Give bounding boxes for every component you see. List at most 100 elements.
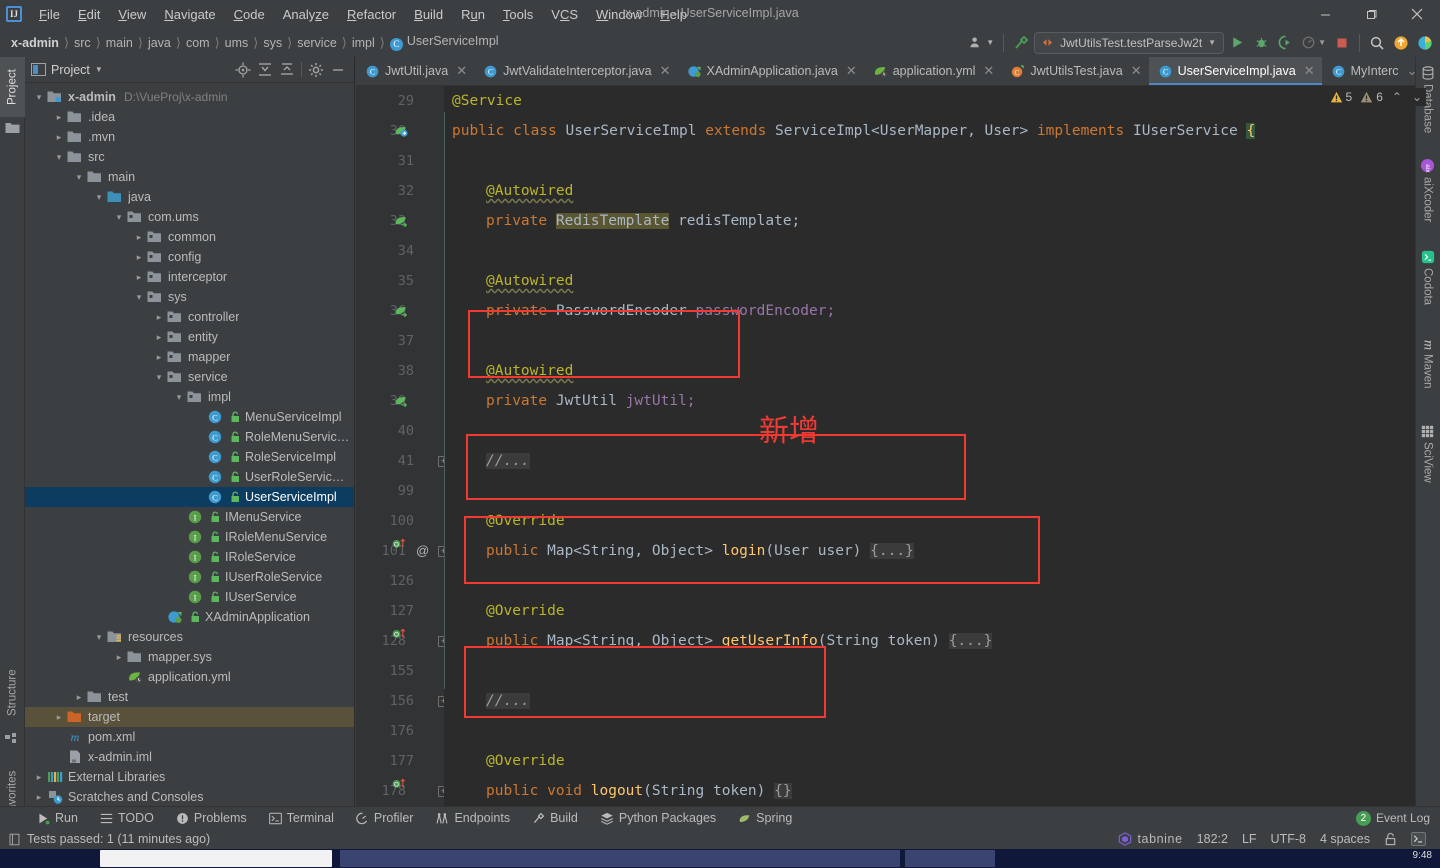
tree-node-test[interactable]: ▸ test	[25, 687, 354, 707]
sidebar-item-maven[interactable]: m Maven	[1415, 327, 1440, 401]
chevron-right-icon[interactable]: ▸	[53, 131, 65, 143]
gutter-line-37[interactable]: 37	[356, 326, 444, 356]
menu-bar[interactable]: File Edit View Navigate Code Analyze Ref…	[30, 4, 696, 25]
code-line-127[interactable]: @Override	[444, 596, 1440, 626]
chevron-down-icon[interactable]: ▾	[93, 631, 105, 643]
gutter-line-127[interactable]: 127	[356, 596, 444, 626]
code-line-126[interactable]	[444, 566, 1440, 596]
sidebar-item-aixcoder[interactable]: aix aiXcoder	[1415, 149, 1440, 231]
chevron-right-icon[interactable]: ▸	[153, 351, 165, 363]
code-line-128[interactable]: public Map<String, Object> getUserInfo(S…	[444, 626, 1440, 656]
gutter-line-38[interactable]: 38	[356, 356, 444, 386]
tree-node-config[interactable]: ▸ config	[25, 247, 354, 267]
code-line-34[interactable]	[444, 236, 1440, 266]
chevron-right-icon[interactable]: ▸	[33, 771, 45, 783]
spring-bean-gutter-icon[interactable]	[394, 386, 408, 416]
gutter-line-39[interactable]: 39	[356, 386, 444, 416]
run-configuration-selector[interactable]: JwtUtilsTest.testParseJw2t ▼	[1034, 31, 1225, 54]
chevron-down-icon[interactable]: ▾	[113, 211, 125, 223]
close-icon[interactable]: ✕	[456, 63, 467, 79]
code-line-155[interactable]	[444, 656, 1440, 686]
user-avatar-dropdown[interactable]: ▼	[966, 32, 997, 54]
chevron-down-icon[interactable]: ▾	[133, 291, 145, 303]
collapse-all-icon[interactable]	[279, 62, 295, 78]
tree-node-rolemenuserviceimpl[interactable]: C RoleMenuServiceImpl	[25, 427, 354, 447]
file-encoding[interactable]: UTF-8	[1271, 832, 1306, 846]
tree-node-impl[interactable]: ▾ impl	[25, 387, 354, 407]
ide-plugin-icon[interactable]	[1414, 32, 1436, 54]
breadcrumb-current-class[interactable]: C UserServiceImpl	[387, 33, 502, 52]
hide-panel-icon[interactable]	[330, 62, 346, 78]
breadcrumb-item-8[interactable]: impl	[349, 35, 378, 51]
implements-method-gutter-icon[interactable]: O	[392, 536, 410, 566]
breadcrumb-item-7[interactable]: service	[294, 35, 340, 51]
spring-bean-gutter-icon[interactable]	[394, 206, 408, 236]
breadcrumb-item-6[interactable]: sys	[260, 35, 285, 51]
os-taskbar[interactable]: 9:48	[0, 849, 1440, 868]
implements-method-gutter-icon[interactable]: O	[392, 776, 410, 806]
update-project-icon[interactable]	[1390, 32, 1412, 54]
tree-node-iuserroleservice[interactable]: I IUserRoleService	[25, 567, 354, 587]
gear-icon[interactable]	[308, 62, 324, 78]
code-line-156[interactable]: //...	[444, 686, 1440, 716]
inspection-widget[interactable]: 5 6 ⌃ ⌄	[1325, 88, 1426, 106]
run-with-coverage-button[interactable]	[1274, 32, 1296, 54]
gutter-line-29[interactable]: 29	[356, 86, 444, 116]
sidebar-item-project[interactable]: Project	[0, 57, 25, 117]
code-line-31[interactable]	[444, 146, 1440, 176]
menu-navigate[interactable]: Navigate	[155, 4, 224, 25]
tree-node-menuserviceimpl[interactable]: C MenuServiceImpl	[25, 407, 354, 427]
code-line-99[interactable]	[444, 476, 1440, 506]
code-line-36[interactable]: private PasswordEncoder passwordEncoder;	[444, 296, 1440, 326]
breadcrumb-item-1[interactable]: src	[71, 35, 94, 51]
breadcrumb-item-5[interactable]: ums	[222, 35, 252, 51]
terminal-icon[interactable]	[1411, 832, 1426, 846]
chevron-right-icon[interactable]: ▸	[113, 651, 125, 663]
tree-node-entity[interactable]: ▸ entity	[25, 327, 354, 347]
next-problem-icon[interactable]: ⌄	[1412, 90, 1422, 104]
close-button[interactable]	[1394, 0, 1440, 28]
code-line-39[interactable]: private JwtUtil jwtUtil;	[444, 386, 1440, 416]
editor-tab-bar[interactable]: C JwtUtil.java ✕ C JwtValidateInterceptor.ja…	[356, 57, 1440, 86]
tool-window-button-profiler[interactable]: Profiler	[345, 807, 425, 830]
project-tree[interactable]: ▾ x-admin D:\VueProj\x-admin ▸ .idea ▸ .mvn ▾ sr…	[25, 84, 354, 819]
chevron-right-icon[interactable]: ▸	[133, 271, 145, 283]
chevron-down-icon[interactable]: ▾	[53, 151, 65, 163]
tree-node-com-ums[interactable]: ▾ com.ums	[25, 207, 354, 227]
tree-node-interceptor[interactable]: ▸ interceptor	[25, 267, 354, 287]
gutter-line-31[interactable]: 31	[356, 146, 444, 176]
tree-node-pom-xml[interactable]: m pom.xml	[25, 727, 354, 747]
breadcrumb-item-4[interactable]: com	[183, 35, 213, 51]
sidebar-item-codota[interactable]: Codota	[1415, 242, 1440, 314]
chevron-down-icon[interactable]: ▼	[95, 65, 103, 74]
chevron-right-icon[interactable]: ▸	[53, 711, 65, 723]
code-line-33[interactable]: private RedisTemplate redisTemplate;	[444, 206, 1440, 236]
code-editor[interactable]: 29303132333435363738394041+99100101O@+12…	[356, 86, 1440, 819]
build-hammer-icon[interactable]	[1010, 32, 1032, 54]
menu-run[interactable]: Run	[452, 4, 494, 25]
code-line-37[interactable]	[444, 326, 1440, 356]
locate-icon[interactable]	[235, 62, 251, 78]
gutter-line-155[interactable]: 155	[356, 656, 444, 686]
gutter-line-101[interactable]: 101O@+	[356, 536, 449, 566]
line-separator[interactable]: LF	[1242, 832, 1257, 846]
gutter-line-128[interactable]: 128O+	[356, 626, 449, 656]
menu-vcs[interactable]: VCS	[542, 4, 587, 25]
taskbar-app-item[interactable]	[340, 850, 900, 867]
tree-node-service[interactable]: ▾ service	[25, 367, 354, 387]
editor-tab-xadminapplication-java[interactable]: XAdminApplication.java ✕	[677, 57, 864, 85]
menu-tools[interactable]: Tools	[494, 4, 542, 25]
code-line-177[interactable]: @Override	[444, 746, 1440, 776]
tool-window-button-python-packages[interactable]: Python Packages	[589, 807, 727, 830]
editor-tab-jwtvalidateinterceptor-java[interactable]: C JwtValidateInterceptor.java ✕	[474, 57, 678, 85]
breadcrumb-item-2[interactable]: main	[103, 35, 136, 51]
editor-gutter[interactable]: 29303132333435363738394041+99100101O@+12…	[356, 86, 449, 819]
run-button[interactable]	[1226, 32, 1248, 54]
code-line-35[interactable]: @Autowired	[444, 266, 1440, 296]
tool-window-button-build[interactable]: Build	[521, 807, 589, 830]
menu-view[interactable]: View	[109, 4, 155, 25]
taskbar-app-active[interactable]	[100, 850, 332, 867]
debug-button[interactable]	[1250, 32, 1272, 54]
tree-node-application-yml[interactable]: application.yml	[25, 667, 354, 687]
breadcrumb-item-3[interactable]: java	[145, 35, 174, 51]
